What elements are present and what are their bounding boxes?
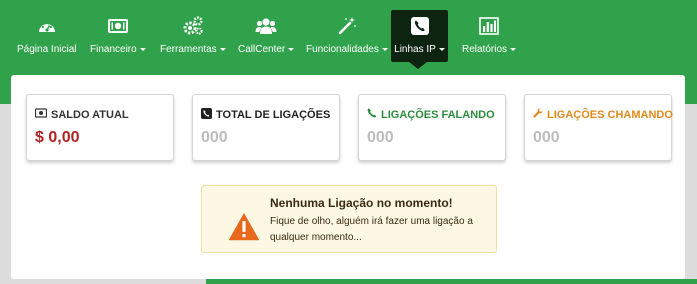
caret-down-icon (139, 48, 146, 51)
card-saldo-atual: SALDO ATUAL $ 0,00 (26, 94, 174, 161)
alert-message: Fique de olho, alguém irá fazer uma liga… (270, 216, 473, 243)
money-icon (34, 108, 48, 121)
phone-square-icon (201, 108, 212, 122)
card-title: TOTAL DE LIGAÇÕES (201, 108, 330, 122)
money-icon (107, 15, 128, 37)
card-title: LIGAÇÕES CHAMANDO (533, 108, 673, 121)
card-value: 000 (201, 129, 228, 146)
card-ligacoes-chamando: LIGAÇÕES CHAMANDO 000 (524, 94, 673, 161)
card-value: 000 (367, 129, 394, 146)
cogs-icon (182, 15, 204, 37)
caret-down-icon (381, 48, 388, 51)
active-tab-pointer (409, 62, 427, 69)
footer-bar (206, 279, 697, 284)
alert-title: Nenhuma Ligação no momento! (270, 196, 453, 210)
nav-financeiro[interactable]: Financeiro (90, 10, 146, 62)
nav-callcenter[interactable]: CallCenter (238, 10, 295, 62)
nav-relatorios[interactable]: Relatórios (462, 10, 517, 62)
phone-square-icon (410, 15, 429, 37)
users-icon (255, 15, 277, 37)
nav-label: Funcionalidades (306, 44, 388, 55)
caret-down-icon (288, 48, 295, 51)
nav-label: Ferramentas (160, 44, 226, 55)
dashboard-icon (37, 15, 57, 37)
magic-wand-icon (337, 15, 357, 37)
wrench-icon (533, 108, 543, 121)
phone-icon (367, 108, 377, 121)
card-total-ligacoes: TOTAL DE LIGAÇÕES 000 (192, 94, 340, 161)
nav-label: Página Inicial (17, 44, 77, 55)
card-ligacoes-falando: LIGAÇÕES FALANDO 000 (358, 94, 506, 161)
caret-down-icon (438, 48, 445, 51)
nav-label: Financeiro (90, 44, 146, 55)
nav-label: CallCenter (238, 44, 295, 55)
caret-down-icon (219, 48, 226, 51)
card-value: $ 0,00 (35, 129, 80, 146)
bar-chart-icon (479, 15, 499, 37)
nav-funcionalidades[interactable]: Funcionalidades (306, 10, 388, 62)
card-value: 000 (533, 129, 560, 146)
card-title: SALDO ATUAL (34, 108, 129, 121)
nav-ferramentas[interactable]: Ferramentas (160, 10, 226, 62)
nav-linhas-ip[interactable]: Linhas IP (391, 10, 448, 62)
no-calls-alert: Nenhuma Ligação no momento! Fique de olh… (201, 185, 497, 253)
nav-label: Relatórios (462, 44, 517, 55)
card-title: LIGAÇÕES FALANDO (367, 108, 495, 121)
nav-pagina-inicial[interactable]: Página Inicial (17, 10, 76, 62)
caret-down-icon (510, 48, 517, 51)
nav-label: Linhas IP (394, 44, 445, 55)
warning-icon (228, 212, 260, 246)
